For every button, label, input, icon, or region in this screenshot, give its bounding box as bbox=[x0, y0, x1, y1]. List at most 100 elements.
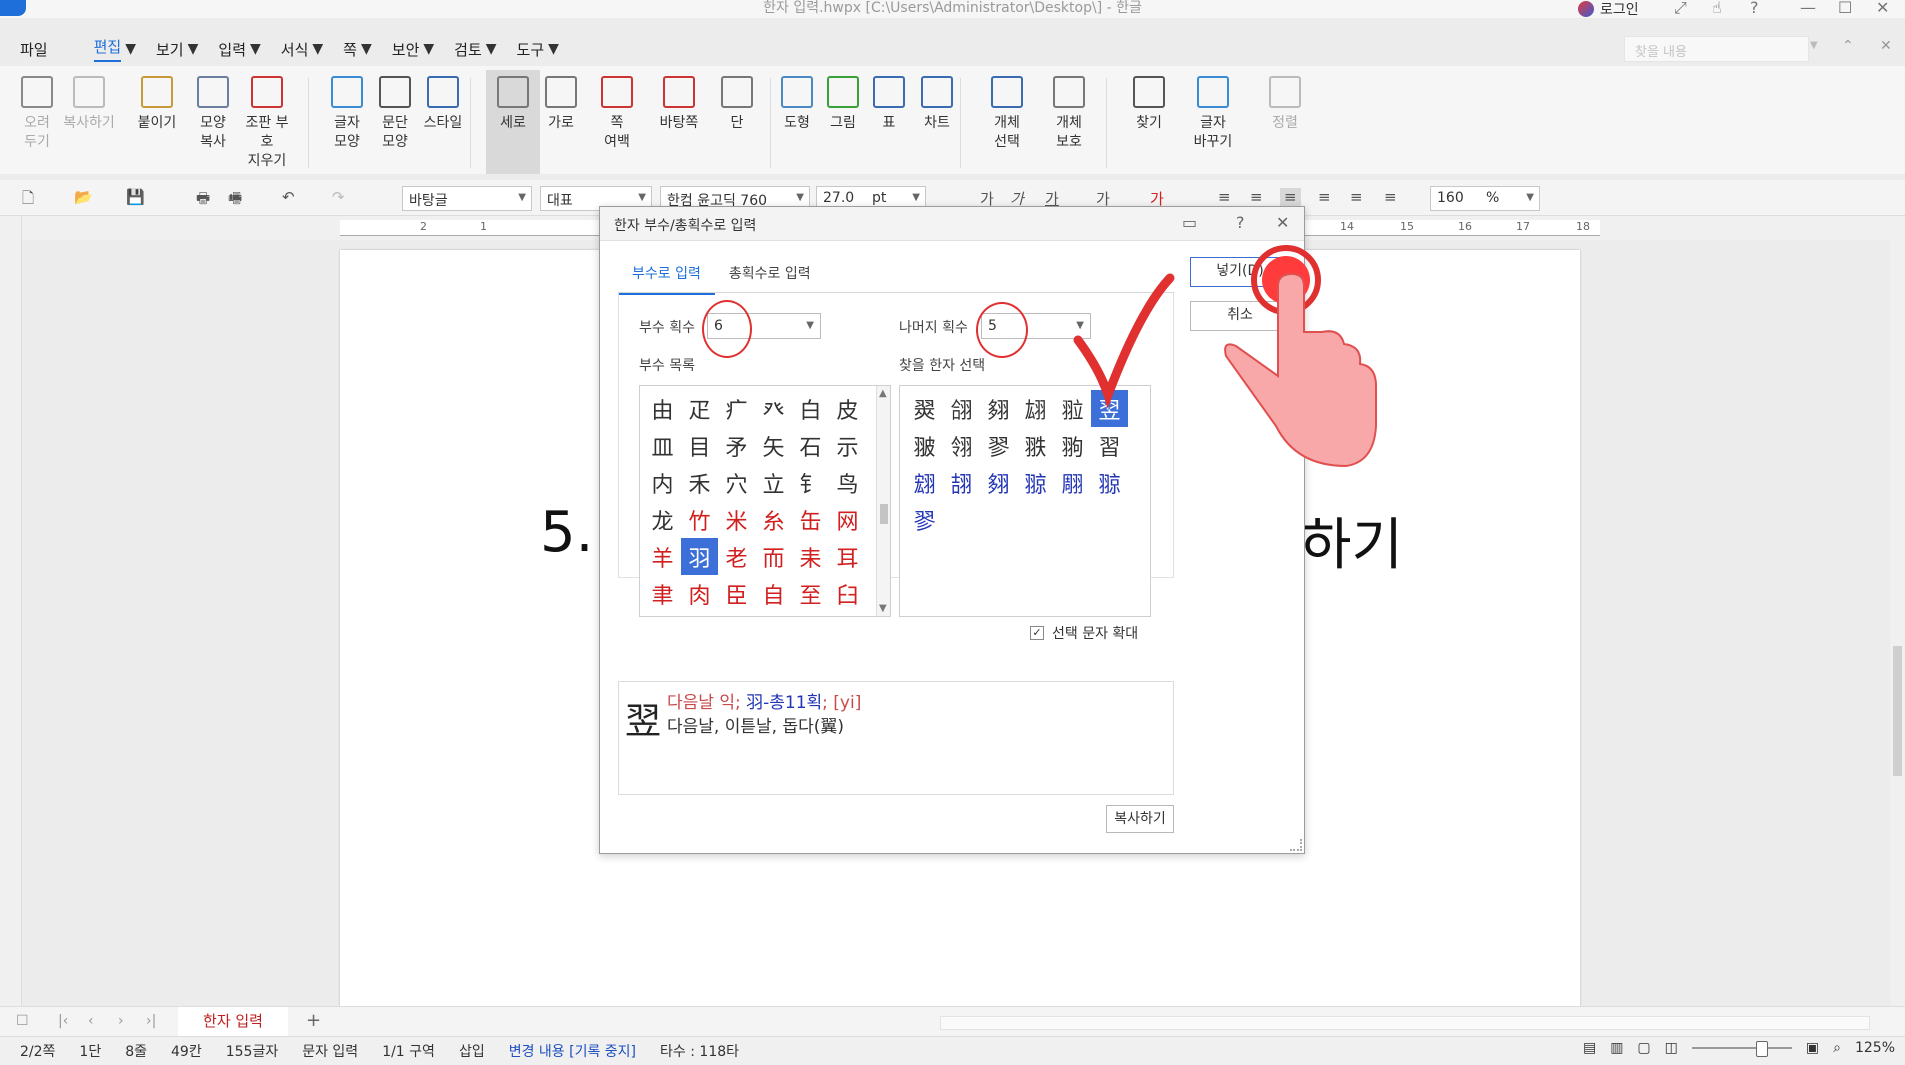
close-doc-icon[interactable]: ✕ bbox=[1880, 38, 1892, 54]
print-icon[interactable]: 🖶 bbox=[196, 188, 210, 213]
ribbon-button[interactable]: 모양 복사 bbox=[186, 76, 240, 152]
close-button[interactable]: ✕ bbox=[1876, 0, 1889, 17]
hanja-cell[interactable]: 翑 bbox=[1054, 427, 1091, 464]
ribbon-button[interactable]: 가로 bbox=[534, 76, 588, 133]
open-folder-icon[interactable]: 📂 bbox=[74, 188, 93, 206]
status-insert[interactable]: 삽입 bbox=[459, 1041, 485, 1061]
radical-cell[interactable]: 钅 bbox=[792, 464, 829, 501]
redo-icon[interactable]: ↷ bbox=[332, 188, 345, 206]
ribbon-button[interactable]: 개체 선택 bbox=[980, 76, 1034, 152]
hanja-cell[interactable]: 翍 bbox=[906, 427, 943, 464]
radical-cell[interactable]: 内 bbox=[644, 464, 681, 501]
radical-cell[interactable]: 老 bbox=[718, 538, 755, 575]
save-icon[interactable]: 💾 bbox=[126, 188, 145, 206]
search-dropdown-icon[interactable]: ▼ bbox=[1810, 40, 1818, 51]
radical-cell[interactable]: 鸟 bbox=[829, 464, 866, 501]
dialog-close-icon[interactable]: ✕ bbox=[1276, 213, 1289, 232]
hanja-cell[interactable]: 翓 bbox=[943, 464, 980, 501]
menu-item[interactable]: 보기 bbox=[156, 39, 184, 60]
hanja-cell[interactable]: 翗 bbox=[980, 390, 1017, 427]
first-tab-icon[interactable]: |‹ bbox=[58, 1013, 68, 1029]
align-right-icon[interactable]: ≡ bbox=[1318, 188, 1331, 206]
radical-cell[interactable]: 由 bbox=[644, 390, 681, 427]
align-center-icon[interactable]: ≡ bbox=[1280, 188, 1301, 206]
radical-cell[interactable]: 羽 bbox=[681, 538, 718, 575]
ribbon-button[interactable]: 차트 bbox=[910, 76, 964, 133]
collapse-ribbon-icon[interactable]: ⌃ bbox=[1842, 38, 1854, 54]
vertical-scrollbar[interactable] bbox=[1890, 216, 1905, 1006]
radical-cell[interactable]: 耒 bbox=[792, 538, 829, 575]
dialog-help-icon[interactable]: ? bbox=[1236, 213, 1245, 232]
radical-cell[interactable]: 矛 bbox=[718, 427, 755, 464]
ribbon-button[interactable]: 찾기 bbox=[1122, 76, 1176, 133]
hanja-cell[interactable]: 翗 bbox=[980, 464, 1017, 501]
hanja-cell[interactable]: 翏 bbox=[980, 427, 1017, 464]
ribbon-button[interactable]: 스타일 bbox=[416, 76, 470, 133]
next-tab-icon[interactable]: › bbox=[118, 1013, 124, 1029]
align-justify-icon[interactable]: ≡ bbox=[1218, 188, 1231, 206]
style-select[interactable]: 바탕글 ▼ bbox=[402, 186, 532, 211]
resize-grip-icon[interactable] bbox=[1290, 839, 1302, 851]
radical-cell[interactable]: 米 bbox=[718, 501, 755, 538]
zoom-select[interactable]: 160 % ▼ bbox=[1430, 186, 1540, 211]
radical-cell[interactable]: 缶 bbox=[792, 501, 829, 538]
divide-icon[interactable]: ≡ bbox=[1384, 188, 1397, 206]
radical-cell[interactable]: 石 bbox=[792, 427, 829, 464]
hanja-cell[interactable]: 翐 bbox=[1017, 427, 1054, 464]
radical-cell[interactable]: 皮 bbox=[829, 390, 866, 427]
radical-cell[interactable]: 糸 bbox=[755, 501, 792, 538]
help-icon[interactable]: ? bbox=[1750, 0, 1759, 17]
scroll-down-icon[interactable]: ▼ bbox=[879, 603, 887, 614]
radical-cell[interactable]: 示 bbox=[829, 427, 866, 464]
scroll-thumb[interactable] bbox=[880, 504, 888, 524]
hanja-cell[interactable]: 翝 bbox=[906, 464, 943, 501]
radical-cell[interactable]: 立 bbox=[755, 464, 792, 501]
ribbon-button[interactable]: 조판 부호 지우기 bbox=[240, 76, 294, 171]
radical-cell[interactable]: 禾 bbox=[681, 464, 718, 501]
ribbon-button[interactable]: 바탕쪽 bbox=[652, 76, 706, 133]
ribbon-button[interactable]: 정렬 bbox=[1258, 76, 1312, 133]
search-input[interactable]: 찾을 내용 bbox=[1624, 36, 1809, 62]
radical-cell[interactable]: 目 bbox=[681, 427, 718, 464]
menu-item[interactable]: 편집 bbox=[93, 36, 122, 62]
menu-item[interactable]: 보안 bbox=[392, 39, 420, 60]
menu-item[interactable]: 입력 bbox=[218, 39, 246, 60]
add-tab-button[interactable]: + bbox=[306, 1010, 321, 1031]
minimize-button[interactable]: — bbox=[1800, 0, 1816, 17]
hanja-cell[interactable]: 翞 bbox=[1091, 464, 1128, 501]
zoom-slider[interactable] bbox=[1691, 1041, 1792, 1057]
radical-cell[interactable]: 白 bbox=[792, 390, 829, 427]
maximize-button[interactable]: ☐ bbox=[1838, 0, 1852, 17]
radical-cell[interactable]: 羊 bbox=[644, 538, 681, 575]
undo-icon[interactable]: ↶ bbox=[282, 188, 295, 206]
radical-cell[interactable]: 而 bbox=[755, 538, 792, 575]
tab-radical[interactable]: 부수로 입력 bbox=[618, 257, 715, 295]
radical-cell[interactable]: 臼 bbox=[829, 575, 866, 612]
hanja-cell[interactable]: 習 bbox=[1091, 427, 1128, 464]
ribbon-button[interactable]: 복사하기 bbox=[62, 76, 116, 133]
comment-icon[interactable]: ▭ bbox=[1182, 213, 1197, 232]
radical-cell[interactable]: 聿 bbox=[644, 575, 681, 612]
web-view-icon[interactable]: ▥ bbox=[1610, 1040, 1623, 1056]
page-view-icon[interactable]: ▢ bbox=[1637, 1040, 1650, 1056]
menu-item[interactable]: 도구 bbox=[517, 39, 545, 60]
distribute-icon[interactable]: ≡ bbox=[1350, 188, 1363, 206]
ribbon-button[interactable]: 붙이기 bbox=[130, 76, 184, 133]
fit-view-icon[interactable]: ◫ bbox=[1665, 1040, 1678, 1056]
prev-tab-icon[interactable]: ‹ bbox=[88, 1013, 94, 1029]
print-preview-icon[interactable]: 🖷 bbox=[228, 188, 242, 213]
scroll-thumb[interactable] bbox=[1893, 646, 1902, 776]
ribbon-button[interactable]: 표 bbox=[862, 76, 916, 133]
radical-cell[interactable]: 穴 bbox=[718, 464, 755, 501]
copy-button[interactable]: 복사하기 bbox=[1106, 805, 1174, 833]
touch-icon[interactable]: ☝ bbox=[1712, 0, 1722, 17]
scroll-up-icon[interactable]: ▲ bbox=[879, 388, 887, 399]
radical-list-scrollbar[interactable]: ▲ ▼ bbox=[876, 386, 890, 616]
menu-item[interactable]: 쪽 bbox=[343, 39, 357, 60]
radical-cell[interactable]: 至 bbox=[792, 575, 829, 612]
ribbon-button[interactable]: 글자 모양 bbox=[320, 76, 374, 152]
radical-list[interactable]: 由疋疒癶白皮皿目矛矢石示内禾穴立钅鸟龙竹米糸缶网羊羽老而耒耳聿肉臣自至臼 ▲ ▼ bbox=[639, 385, 891, 617]
radical-cell[interactable]: 龙 bbox=[644, 501, 681, 538]
ribbon-button[interactable]: 단 bbox=[710, 76, 764, 133]
radical-cell[interactable]: 癶 bbox=[755, 390, 792, 427]
